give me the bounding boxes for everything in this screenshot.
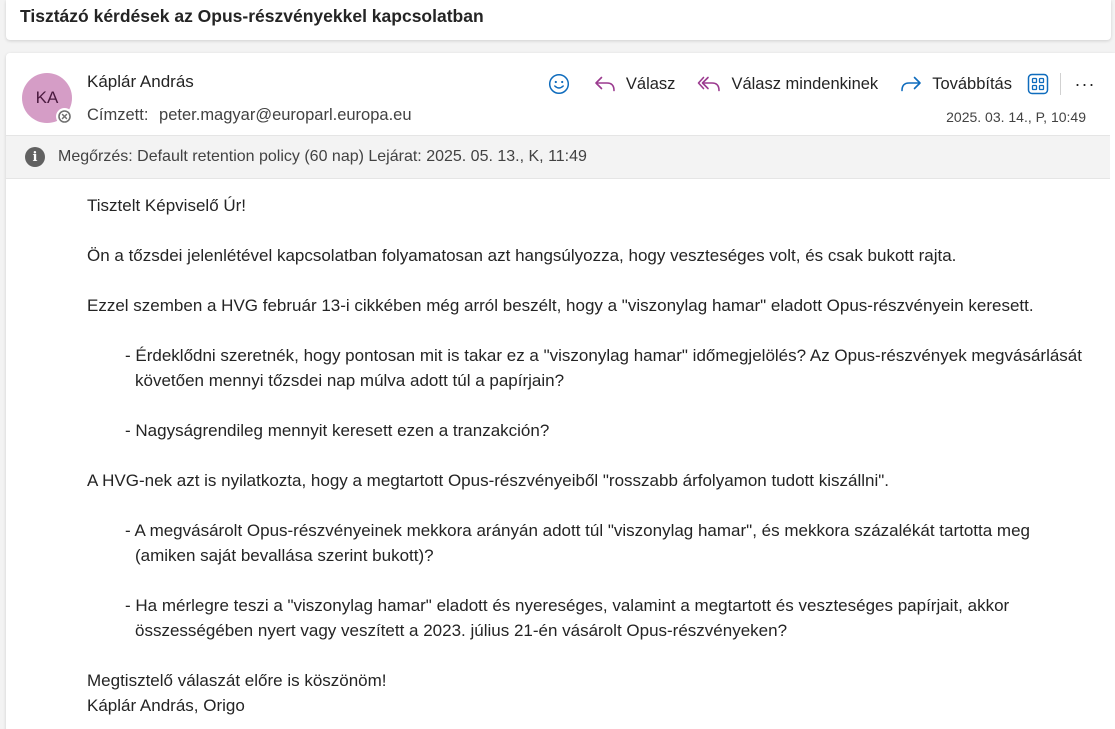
- message-header: KA Káplár András Címzett: peter.magyar@e…: [6, 53, 1115, 135]
- message-subject: Tisztázó kérdések az Opus-részvényekkel …: [20, 6, 484, 26]
- forward-label: Továbbítás: [932, 74, 1012, 93]
- message-card: KA Káplár András Címzett: peter.magyar@e…: [6, 53, 1115, 729]
- body-bullet: - A megvásárolt Opus-részvényeinek mekko…: [125, 521, 1030, 565]
- recipient-line: Címzett: peter.magyar@europarl.europa.eu: [87, 106, 412, 125]
- reply-icon: [595, 76, 615, 92]
- smiley-icon: [548, 73, 569, 95]
- presence-offline-icon: [56, 108, 73, 125]
- forward-icon: [901, 76, 921, 92]
- body-paragraph: Ön a tőzsdei jelenlétével kapcsolatban f…: [87, 246, 957, 265]
- body-paragraph: Ezzel szemben a HVG február 13-i cikkébe…: [87, 296, 1034, 315]
- message-actions: Válasz Válasz mindenkinek Továbbítás ···: [548, 67, 1097, 101]
- body-greeting: Tisztelt Képviselő Úr!: [87, 196, 247, 215]
- message-date: 2025. 03. 14., P, 10:49: [946, 109, 1086, 125]
- retention-text: Megőrzés: Default retention policy (60 n…: [58, 148, 587, 165]
- retention-banner: i Megőrzés: Default retention policy (60…: [6, 135, 1110, 179]
- reply-label: Válasz: [625, 74, 676, 93]
- forward-button[interactable]: Továbbítás: [900, 75, 1012, 94]
- more-actions-button[interactable]: ···: [1073, 74, 1097, 95]
- reply-button[interactable]: Válasz: [594, 74, 676, 94]
- recipient-address[interactable]: peter.magyar@europarl.europa.eu: [159, 106, 412, 124]
- subject-bar: Tisztázó kérdések az Opus-részvényekkel …: [6, 0, 1111, 40]
- body-bullet: - Nagyságrendileg mennyit keresett ezen …: [125, 421, 550, 440]
- to-label: Címzett:: [87, 106, 149, 124]
- info-icon: i: [25, 147, 45, 167]
- reply-all-button[interactable]: Válasz mindenkinek: [697, 75, 878, 94]
- reply-all-label: Válasz mindenkinek: [731, 74, 879, 93]
- reply-all-icon: [698, 76, 721, 92]
- message-body: Tisztelt Képviselő Úr! Ön a tőzsdei jele…: [87, 193, 1087, 718]
- emoji-reaction-button[interactable]: [548, 73, 570, 95]
- body-bullet: - Ha mérlegre teszi a "viszonylag hamar"…: [125, 596, 1010, 640]
- body-paragraph: A HVG-nek azt is nyilatkozta, hogy a meg…: [87, 471, 889, 490]
- body-bullet: - Érdeklődni szeretnék, hogy pontosan mi…: [125, 346, 1082, 390]
- actions-divider: [1060, 73, 1061, 95]
- grid-view-icon: [1027, 73, 1049, 95]
- body-signature: Káplár András, Origo: [87, 696, 245, 715]
- view-options-button[interactable]: [1022, 68, 1054, 100]
- body-closing: Megtisztelő válaszát előre is köszönöm!: [87, 671, 387, 690]
- sender-name[interactable]: Káplár András: [87, 72, 194, 92]
